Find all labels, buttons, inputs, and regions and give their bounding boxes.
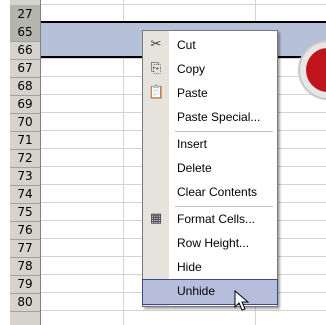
row-header-77[interactable]: 77 (10, 239, 40, 258)
menu-item-label: Copy (177, 62, 206, 76)
row-header-74[interactable]: 74 (10, 185, 40, 204)
menu-item-insert[interactable]: Insert (143, 133, 277, 157)
menu-item-label: Clear Contents (177, 185, 258, 199)
row-header-66[interactable]: 66 (10, 41, 40, 60)
mouse-pointer-icon (234, 290, 250, 311)
selection-border-top (41, 21, 326, 23)
row-header-27[interactable]: 27 (10, 5, 40, 24)
row-header-69[interactable]: 69 (10, 95, 40, 114)
row-header-68[interactable]: 68 (10, 77, 40, 96)
menu-item-delete[interactable]: Delete (143, 157, 277, 181)
menu-item-label: Delete (177, 161, 212, 175)
window-edge (0, 0, 8, 325)
row-header-67[interactable]: 67 (10, 59, 40, 78)
menu-separator (175, 131, 273, 132)
menu-item-format-cells[interactable]: ▦ Format Cells... (143, 208, 277, 232)
row-header-75[interactable]: 75 (10, 203, 40, 222)
paste-icon: 📋 (148, 85, 165, 100)
menu-item-cut[interactable]: ✂ Cut (143, 34, 277, 58)
context-menu: ✂ Cut ⎘ Copy 📋 Paste Paste Special... In… (142, 30, 278, 307)
row-header-76[interactable]: 76 (10, 221, 40, 240)
row-header-70[interactable]: 70 (10, 113, 40, 132)
row-header-72[interactable]: 72 (10, 149, 40, 168)
format-cells-icon: ▦ (149, 211, 163, 226)
row-header-78[interactable]: 78 (10, 257, 40, 276)
menu-item-label: Hide (177, 260, 202, 274)
row-gridline (41, 310, 326, 311)
menu-item-label: Cut (177, 38, 196, 52)
row-header-column[interactable]: 28 27 65 66 67 68 69 70 71 72 73 74 75 7… (10, 0, 41, 325)
menu-item-paste-special[interactable]: Paste Special... (143, 106, 277, 130)
menu-item-paste[interactable]: 📋 Paste (143, 82, 277, 106)
menu-item-label: Row Height... (177, 236, 250, 250)
menu-item-unhide[interactable]: Unhide (142, 279, 278, 305)
spreadsheet-window: 28 27 65 66 67 68 69 70 71 72 73 74 75 7… (0, 0, 326, 325)
row-header-71[interactable]: 71 (10, 131, 40, 150)
menu-item-label: Format Cells... (177, 212, 256, 226)
row-header-79[interactable]: 79 (10, 275, 40, 294)
menu-item-clear-contents[interactable]: Clear Contents (143, 181, 277, 205)
row-header-65[interactable]: 65 (10, 23, 40, 42)
menu-item-copy[interactable]: ⎘ Copy (143, 58, 277, 82)
row-header-73[interactable]: 73 (10, 167, 40, 186)
menu-item-label: Paste (177, 86, 208, 100)
menu-item-label: Unhide (177, 284, 216, 298)
menu-item-hide[interactable]: Hide (143, 256, 277, 280)
row-gridline (41, 4, 326, 5)
menu-item-label: Paste Special... (177, 110, 261, 124)
copy-icon: ⎘ (150, 61, 162, 76)
row-header-80[interactable]: 80 (10, 293, 40, 312)
menu-separator (175, 206, 273, 207)
menu-item-row-height[interactable]: Row Height... (143, 232, 277, 256)
scissors-icon: ✂ (150, 37, 162, 52)
menu-item-label: Insert (177, 137, 208, 151)
